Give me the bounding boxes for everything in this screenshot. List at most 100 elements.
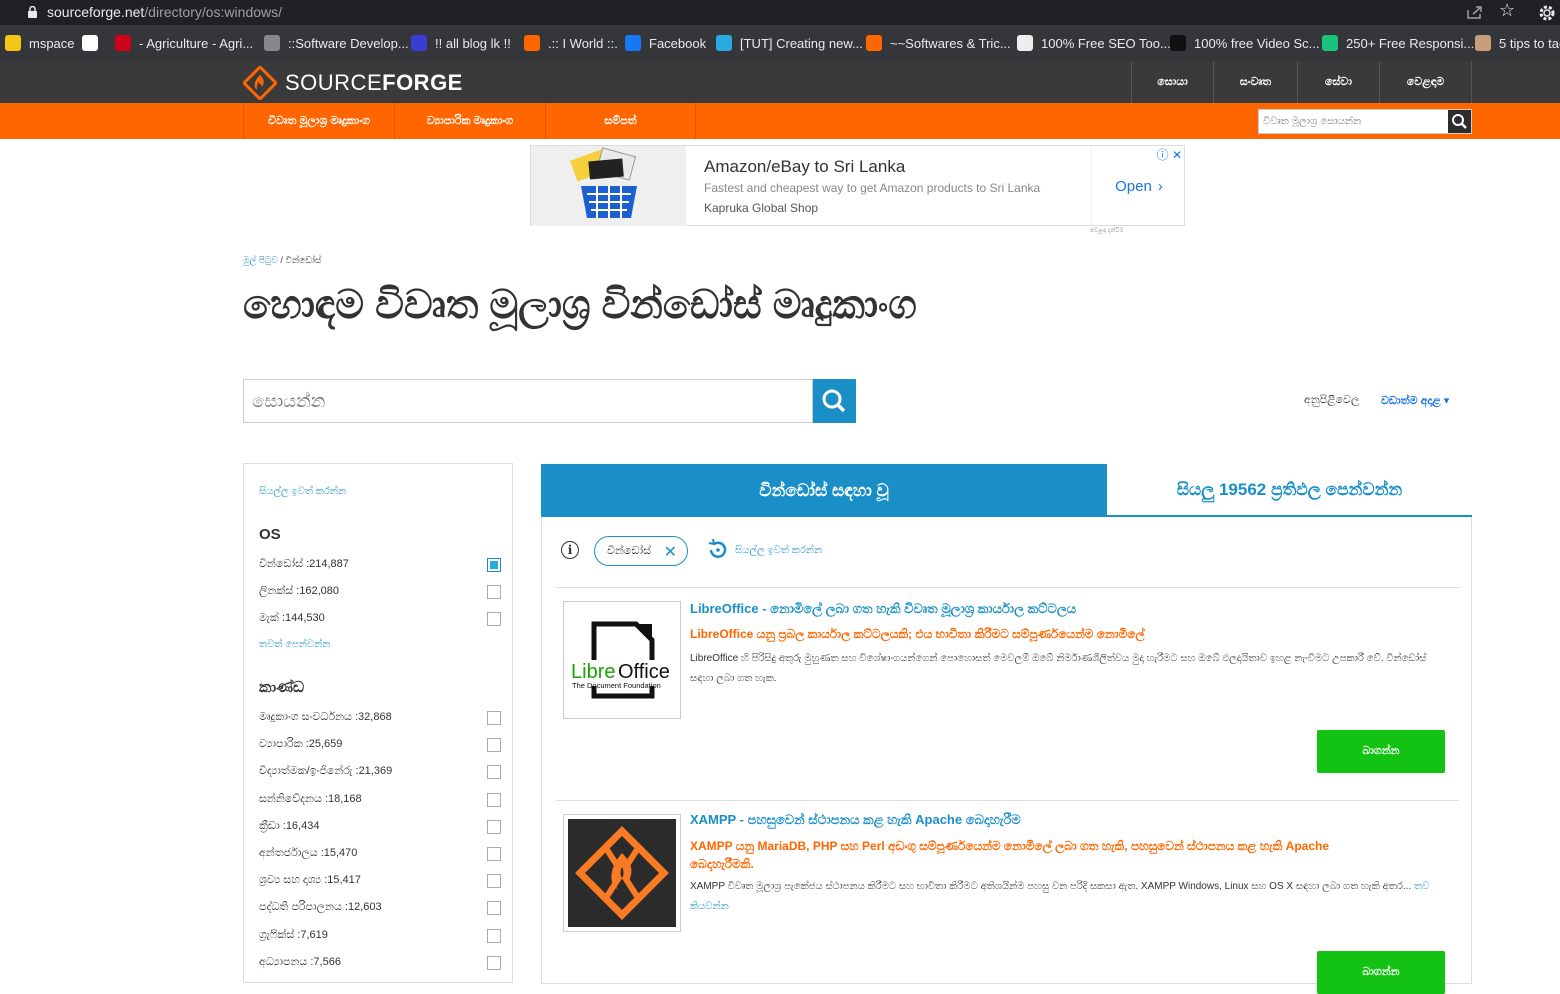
bookmark-item[interactable] xyxy=(82,34,106,52)
os-filter-item[interactable]: ලිනක්ස් :162,080 xyxy=(259,585,501,601)
filter-checkbox[interactable] xyxy=(487,711,501,725)
xampp-logo[interactable] xyxy=(563,814,681,932)
category-filter-item[interactable]: ක්‍රීඩා :16,434 xyxy=(259,819,501,836)
clear-filters-link[interactable]: සියල්ල ඉවත් කරන්න xyxy=(259,486,346,497)
tab-all-results[interactable]: සියලු 19562 ප්‍රතිඵල පෙන්වන්න xyxy=(1107,464,1472,517)
clear-all-button[interactable]: සියල්ල ඉවත් කරන්න xyxy=(705,537,822,563)
bookmark-item[interactable]: mspace xyxy=(5,34,75,52)
project-search-button[interactable] xyxy=(813,379,856,423)
project-description: LibreOffice හි පිරිසිදු අතුරු මුහුණත සහ … xyxy=(690,653,1427,684)
bookmark-favicon-icon xyxy=(82,35,98,51)
bookmark-favicon-icon xyxy=(264,35,280,51)
filter-checkbox[interactable] xyxy=(487,928,501,943)
share-icon[interactable] xyxy=(1466,4,1484,20)
header-search-button[interactable] xyxy=(1448,110,1471,133)
filter-label: ව්‍යාපාරික :25,659 xyxy=(259,738,343,751)
sort-label: අනුපිළිවෙල xyxy=(1304,394,1360,406)
filter-checkbox[interactable] xyxy=(487,847,501,861)
header-search-input[interactable] xyxy=(1259,110,1449,133)
bookmark-item[interactable]: ~~Softwares & Tric... xyxy=(866,34,1011,52)
download-button[interactable]: බාගන්න xyxy=(1317,730,1445,773)
lock-icon xyxy=(28,6,37,18)
category-filter-item[interactable]: අධ්‍යාපනය :7,566 xyxy=(259,955,501,972)
filter-checkbox[interactable] xyxy=(487,765,501,780)
category-filter-item[interactable]: මෘදුකාංග සංවර්ධනය :32,868 xyxy=(259,711,501,727)
bookmark-item[interactable]: 5 tips to tac xyxy=(1475,34,1560,52)
bookmark-favicon-icon xyxy=(1170,35,1186,51)
nav-business[interactable]: වෙළඳාම xyxy=(1379,61,1472,103)
nav-services[interactable]: සේවා xyxy=(1297,61,1379,103)
sort-dropdown[interactable]: වඩාත්ම අදාළ ▾ xyxy=(1381,394,1449,408)
filter-chip[interactable]: වින්ඩෝස් ✕ xyxy=(594,536,688,566)
bookmark-item[interactable]: .:: I World ::. xyxy=(524,34,618,52)
filter-checkbox[interactable] xyxy=(487,819,501,834)
svg-text:Office: Office xyxy=(618,661,670,683)
filter-chip-label: වින්ඩෝස් xyxy=(607,545,652,557)
project-title[interactable]: XAMPP - පහසුවෙන් ස්ථාපනය කළ හැකි Apache … xyxy=(690,812,1021,828)
bookmark-item[interactable]: Facebook xyxy=(625,34,706,52)
filter-checkbox[interactable] xyxy=(487,612,501,626)
tab-windows[interactable]: වින්ඩෝස් සඳහා වූ xyxy=(541,464,1107,517)
extension-gear-icon[interactable] xyxy=(1537,3,1557,23)
project-description: XAMPP විවෘත මූලාශ්‍ර පැකේජය ස්ථාපනය කිරී… xyxy=(690,881,1430,912)
category-filter-item[interactable]: විද්‍යාත්මක/ඉංජිනේරු :21,369 xyxy=(259,765,501,781)
filter-label: අධ්‍යාපනය :7,566 xyxy=(259,955,341,968)
xampp-icon xyxy=(568,819,676,927)
os-filter-item[interactable]: වින්ඩෝස් :214,887 xyxy=(259,558,501,574)
category-filter-item[interactable]: සන්නිවේදනය :18,168 xyxy=(259,792,501,809)
category-filter-item[interactable]: පද්ධති පරිපාලනය :12,603 xyxy=(259,901,501,917)
ad-banner[interactable]: Amazon/eBay to Sri Lanka Fastest and che… xyxy=(530,145,1185,226)
libreoffice-logo[interactable]: Libre Office The Document Foundation xyxy=(563,601,681,719)
ad-close-icon[interactable]: ⓘ ✕ xyxy=(1157,146,1182,163)
project-tagline: LibreOffice යනු ප්‍රබල කාර්යාල කට්ටලයකි;… xyxy=(690,627,1145,641)
filter-checkbox[interactable] xyxy=(487,901,501,916)
bookmark-item[interactable]: 100% Free SEO Too... xyxy=(1017,34,1171,52)
nav-resources[interactable]: සම්පත් xyxy=(545,103,696,139)
project-title[interactable]: LibreOffice - නොමිලේ ලබා ගත හැකි විවෘත ම… xyxy=(690,601,1076,617)
bookmark-item[interactable]: [TUT] Creating new... xyxy=(716,34,863,52)
category-filter-item[interactable]: ග්‍රැෆික්ස් :7,619 xyxy=(259,928,501,945)
nav-closed[interactable]: සංවෘත xyxy=(1213,61,1297,103)
show-more-link[interactable]: තවත් පෙන්වන්න xyxy=(259,639,330,650)
bookmark-label: [TUT] Creating new... xyxy=(740,35,863,51)
category-filter-item[interactable]: අන්තර්ජාලය :15,470 xyxy=(259,847,501,863)
nav-search[interactable]: සොයා xyxy=(1131,61,1213,103)
bookmark-item[interactable]: ::Software Develop... xyxy=(264,34,409,52)
bookmark-favicon-icon xyxy=(1475,35,1491,51)
project-search-input[interactable] xyxy=(244,380,804,422)
filter-checkbox[interactable] xyxy=(487,955,501,970)
ad-title[interactable]: Amazon/eBay to Sri Lanka xyxy=(704,157,905,177)
filter-label: ශ්‍රව්‍ය සහ දෘශ්‍ය :15,417 xyxy=(259,874,361,887)
info-icon[interactable]: i xyxy=(561,541,579,559)
bookmark-item[interactable]: 100% free Video Sc... xyxy=(1170,34,1320,52)
bookmark-label: 5 tips to tac xyxy=(1499,35,1560,51)
chevron-right-icon: › xyxy=(1157,177,1163,195)
bookmark-item[interactable]: !! all blog lk !! xyxy=(411,34,511,52)
nav-business-software[interactable]: ව්‍යාපාරික මෘදුකාංග xyxy=(394,103,545,139)
nav-open-source[interactable]: විවෘත මූලාශ්‍ර මෘදුකාංග xyxy=(243,103,394,139)
breadcrumb-home[interactable]: මුල් පිටුව xyxy=(243,255,278,265)
category-filter-item[interactable]: ව්‍යාපාරික :25,659 xyxy=(259,738,501,754)
filter-checkbox[interactable] xyxy=(487,792,501,807)
os-filter-item[interactable]: මැක් :144,530 xyxy=(259,612,501,628)
ad-note: වෙළඳ දැන්වීම xyxy=(1090,228,1124,234)
filter-checkbox[interactable] xyxy=(487,558,501,572)
close-icon[interactable]: ✕ xyxy=(664,542,677,562)
filter-checkbox[interactable] xyxy=(487,738,501,753)
bookmark-item[interactable]: 250+ Free Responsi... xyxy=(1322,34,1474,52)
bookmark-label: ::Software Develop... xyxy=(288,35,409,51)
filter-checkbox[interactable] xyxy=(487,585,501,599)
download-button[interactable]: බාගන්න xyxy=(1317,951,1445,994)
category-filter-item[interactable]: ශ්‍රව්‍ය සහ දෘශ්‍ය :15,417 xyxy=(259,874,501,890)
filter-checkbox[interactable] xyxy=(487,874,501,889)
bookmark-label: .:: I World ::. xyxy=(548,35,618,51)
shopping-basket-icon xyxy=(569,147,637,218)
address-bar[interactable]: sourceforge.net/directory/os:windows/ ☆ xyxy=(0,0,1560,25)
bookmark-star-icon[interactable]: ☆ xyxy=(1499,0,1515,21)
search-icon xyxy=(1452,114,1467,129)
search-icon xyxy=(822,389,846,413)
bookmarks-bar: mspace - Agriculture - Agri...::Software … xyxy=(0,25,1560,61)
bookmark-item[interactable]: - Agriculture - Agri... xyxy=(115,34,253,52)
url-text[interactable]: sourceforge.net/directory/os:windows/ xyxy=(47,4,282,20)
sourceforge-logo[interactable]: SOURCEFORGE xyxy=(243,66,463,100)
